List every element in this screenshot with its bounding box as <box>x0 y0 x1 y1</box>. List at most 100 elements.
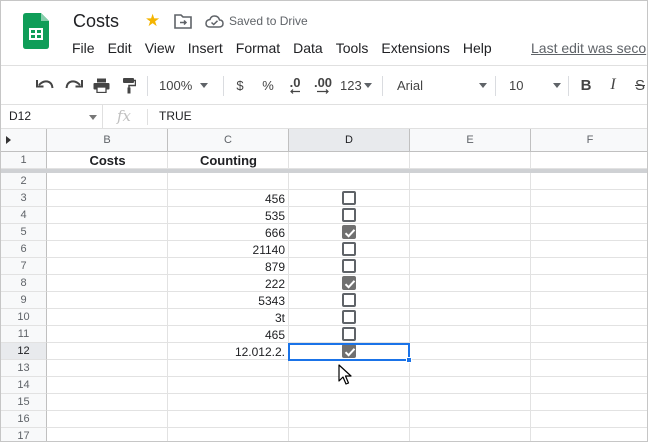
row-header-10[interactable]: 10 <box>1 309 47 326</box>
redo-button[interactable] <box>62 66 86 104</box>
paint-format-icon <box>123 77 136 93</box>
cell-c4[interactable]: 535 <box>168 208 288 224</box>
active-cell-selection[interactable] <box>288 343 410 361</box>
triangle-icon <box>6 136 11 144</box>
zoom-select[interactable]: 100% <box>159 66 215 104</box>
column-header-d[interactable]: D <box>289 129 410 152</box>
row-header-3[interactable]: 3 <box>1 190 47 207</box>
italic-button[interactable]: I <box>604 66 622 104</box>
cell-c8[interactable]: 222 <box>168 276 288 292</box>
toolbar-divider <box>495 76 496 96</box>
column-header-c[interactable]: C <box>168 129 289 152</box>
grid-vline <box>288 152 289 441</box>
cell-b1[interactable]: Costs <box>47 153 168 169</box>
cell-c10[interactable]: 3t <box>168 310 288 326</box>
chevron-down-icon <box>479 82 487 88</box>
row-header-4[interactable]: 4 <box>1 207 47 224</box>
zoom-value: 100% <box>159 77 193 93</box>
checkbox-d10[interactable] <box>342 310 356 324</box>
fill-handle[interactable] <box>406 357 412 363</box>
menu-file[interactable]: File <box>72 40 95 58</box>
cell-c12[interactable]: 12.012.2. <box>168 344 288 360</box>
menu-help[interactable]: Help <box>463 40 492 58</box>
star-icon[interactable]: ★ <box>145 11 160 31</box>
font-size-select[interactable]: 10 <box>509 66 561 104</box>
print-button[interactable] <box>90 66 112 104</box>
toolbar: 100% $ % .0 .00 123 Arial 10 B I S <box>1 65 647 105</box>
cell-c3[interactable]: 456 <box>168 191 288 207</box>
font-select[interactable]: Arial <box>397 66 487 104</box>
cell-c9[interactable]: 5343 <box>168 293 288 309</box>
row-header-14[interactable]: 14 <box>1 377 47 394</box>
cell-c5[interactable]: 666 <box>168 225 288 241</box>
arrow-right-icon <box>317 88 329 94</box>
menu-extensions[interactable]: Extensions <box>381 40 449 58</box>
row-header-15[interactable]: 15 <box>1 394 47 411</box>
percent-button[interactable]: % <box>259 66 277 104</box>
menu-edit[interactable]: Edit <box>108 40 132 58</box>
cell-c1[interactable]: Counting <box>168 153 289 169</box>
paint-format-button[interactable] <box>118 66 140 104</box>
row-header-17[interactable]: 17 <box>1 428 47 441</box>
row-header-13[interactable]: 13 <box>1 360 47 377</box>
checkbox-d7[interactable] <box>342 259 356 273</box>
more-formats-select[interactable]: 123 <box>340 66 376 104</box>
increase-decimal-button[interactable]: .00 <box>311 66 335 104</box>
chevron-down-icon <box>89 115 97 120</box>
last-edit-link[interactable]: Last edit was seco <box>531 40 646 56</box>
grid-hline <box>47 308 647 309</box>
row-header-7[interactable]: 7 <box>1 258 47 275</box>
strikethrough-button[interactable]: S <box>631 66 647 104</box>
formula-input[interactable]: TRUE <box>159 105 192 128</box>
name-box[interactable]: D12 <box>1 105 103 128</box>
checkbox-d11[interactable] <box>342 327 356 341</box>
checkbox-d3[interactable] <box>342 191 356 205</box>
row-header-16[interactable]: 16 <box>1 411 47 428</box>
row-header-11[interactable]: 11 <box>1 326 47 343</box>
sheets-window: Costs ★ Saved to Drive File Edit View In… <box>0 0 648 442</box>
row-header-12[interactable]: 12 <box>1 343 47 360</box>
row-header-2[interactable]: 2 <box>1 173 47 190</box>
menu-tools[interactable]: Tools <box>336 40 369 58</box>
spreadsheet-grid[interactable]: B C D E F 1 2 3 4 5 6 7 8 9 10 11 12 13 14 15 16 17 Cost… <box>1 129 647 441</box>
sheets-logo-icon[interactable] <box>23 13 49 49</box>
cloud-saved-icon[interactable] <box>205 14 224 29</box>
row-header-6[interactable]: 6 <box>1 241 47 258</box>
decrease-decimal-button[interactable]: .0 <box>284 66 306 104</box>
toolbar-divider <box>568 76 569 96</box>
grid-hline <box>47 427 647 428</box>
menu-format[interactable]: Format <box>236 40 280 58</box>
bold-button[interactable]: B <box>577 66 595 104</box>
row-header-8[interactable]: 8 <box>1 275 47 292</box>
frozen-row-divider[interactable] <box>1 169 647 173</box>
select-all-corner[interactable] <box>1 129 47 152</box>
checkbox-d5[interactable] <box>342 225 356 239</box>
column-header-e[interactable]: E <box>410 129 531 152</box>
menu-data[interactable]: Data <box>293 40 323 58</box>
checkbox-d8[interactable] <box>342 276 356 290</box>
chevron-down-icon <box>553 82 561 88</box>
document-title[interactable]: Costs <box>73 11 119 32</box>
row-header-1[interactable]: 1 <box>1 152 47 169</box>
cell-c7[interactable]: 879 <box>168 259 288 275</box>
row-header-9[interactable]: 9 <box>1 292 47 309</box>
menu-insert[interactable]: Insert <box>188 40 223 58</box>
grid-vline <box>409 152 410 441</box>
move-folder-icon[interactable] <box>174 13 192 29</box>
cell-c11[interactable]: 465 <box>168 327 288 343</box>
currency-button[interactable]: $ <box>231 66 249 104</box>
undo-button[interactable] <box>33 66 57 104</box>
row-header-5[interactable]: 5 <box>1 224 47 241</box>
column-header-f[interactable]: F <box>531 129 647 152</box>
menu-bar: File Edit View Insert Format Data Tools … <box>72 40 505 58</box>
fx-icon: fx <box>117 107 132 125</box>
column-header-b[interactable]: B <box>47 129 168 152</box>
decrease-decimal-label: .0 <box>289 74 301 90</box>
grid-hline <box>47 240 647 241</box>
checkbox-d4[interactable] <box>342 208 356 222</box>
checkbox-d6[interactable] <box>342 242 356 256</box>
checkbox-d9[interactable] <box>342 293 356 307</box>
cell-c6[interactable]: 21140 <box>168 242 288 258</box>
grid-hline <box>47 291 647 292</box>
menu-view[interactable]: View <box>145 40 175 58</box>
